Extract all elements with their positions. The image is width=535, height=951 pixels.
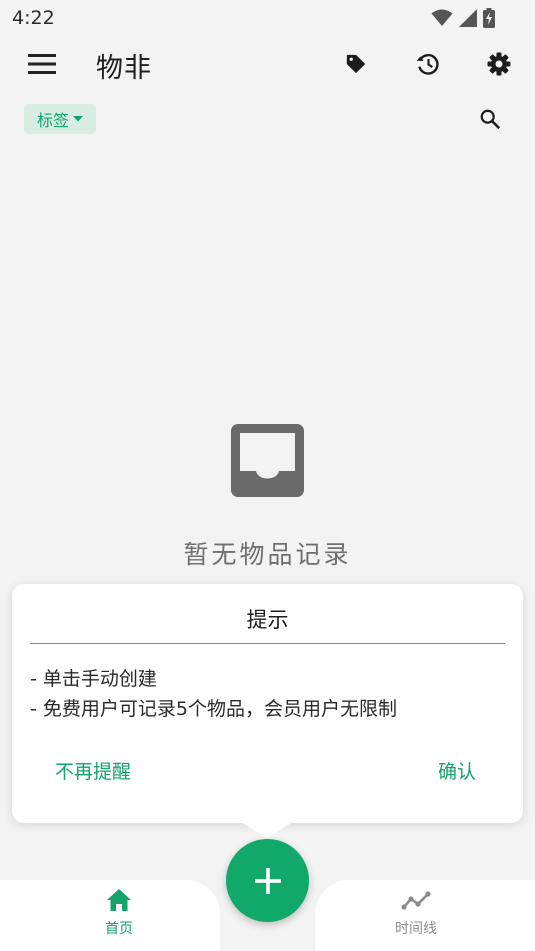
tag-filter-dropdown[interactable]: 标签 — [24, 104, 96, 134]
history-icon — [416, 53, 439, 75]
caret-down-icon — [73, 116, 83, 122]
app-title: 物非 — [96, 53, 152, 84]
tag-icon — [346, 54, 366, 74]
tag-filter-label: 标签 — [36, 111, 69, 130]
menu-button[interactable] — [22, 48, 62, 80]
tip-line: - 单击手动创建 — [30, 668, 157, 690]
search-button[interactable] — [474, 103, 506, 135]
tip-dialog: 提示 - 单击手动创建 - 免费用户可记录5个物品，会员用户无限制 不再提醒 确… — [12, 584, 523, 823]
hamburger-menu-icon — [28, 54, 56, 74]
tip-line: - 免费用户可记录5个物品，会员用户无限制 — [30, 698, 397, 720]
battery-charging-icon — [483, 8, 495, 28]
cellular-signal-icon — [459, 9, 477, 27]
tip-divider — [30, 643, 505, 644]
tip-dialog-title: 提示 — [246, 608, 289, 632]
history-button[interactable] — [410, 48, 446, 80]
nav-item-home[interactable]: 首页 — [79, 888, 159, 938]
nav-label-timeline: 时间线 — [395, 921, 437, 937]
nav-label-home: 首页 — [105, 921, 133, 937]
empty-state-message: 暂无物品记录 — [183, 540, 352, 569]
nav-item-timeline[interactable]: 时间线 — [376, 888, 456, 938]
app-screen: 4:22 物非 标签 暂无物品记录 提示 - 单击手动创建 - 免费用户可记录5… — [0, 0, 535, 951]
dont-remind-again-button[interactable]: 不再提醒 — [55, 757, 131, 784]
tip-pointer — [241, 822, 293, 838]
settings-icon — [487, 52, 511, 76]
timeline-icon — [401, 891, 431, 910]
tags-button[interactable] — [338, 48, 374, 80]
add-item-fab[interactable] — [226, 839, 309, 922]
status-icons — [431, 8, 495, 28]
status-time: 4:22 — [12, 7, 55, 29]
inbox-icon — [231, 424, 304, 497]
home-icon — [107, 889, 131, 911]
settings-button[interactable] — [481, 48, 517, 80]
tip-dialog-body: - 单击手动创建 - 免费用户可记录5个物品，会员用户无限制 — [30, 664, 397, 724]
plus-icon — [254, 867, 281, 894]
search-icon — [480, 109, 501, 130]
status-bar: 4:22 — [0, 0, 535, 36]
wifi-icon — [431, 9, 453, 26]
top-app-bar: 物非 — [0, 36, 535, 92]
confirm-button[interactable]: 确认 — [438, 757, 476, 784]
